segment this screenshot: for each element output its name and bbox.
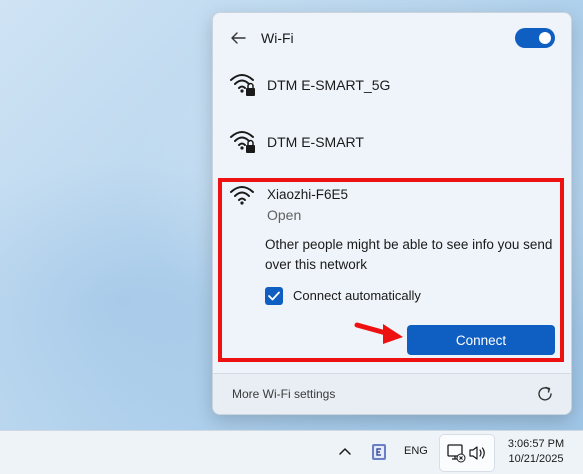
network-status-icon: [447, 444, 466, 463]
tray-app-icon[interactable]: [369, 442, 389, 462]
wifi-secured-icon: [230, 131, 255, 153]
network-name: DTM E-SMART: [267, 134, 364, 150]
network-name: Xiaozhi-F6E5: [267, 187, 349, 202]
checkbox-label: Connect automatically: [293, 288, 421, 303]
toggle-knob: [539, 32, 551, 44]
checkbox-checked[interactable]: [265, 287, 283, 305]
clock-time: 3:06:57 PM: [507, 438, 565, 450]
refresh-icon[interactable]: [535, 384, 555, 404]
network-item-xiaozhi-expanded[interactable]: Xiaozhi-F6E5 Open Other people might be …: [213, 173, 571, 367]
clock-date: 10/21/2025: [508, 453, 564, 465]
taskbar: ENG 3:06:57 PM 10/21/2025: [0, 430, 583, 474]
network-item-dtm-esmart[interactable]: DTM E-SMART: [213, 114, 571, 170]
checkmark-icon: [268, 291, 280, 301]
quick-settings-button[interactable]: [439, 434, 495, 472]
chevron-up-icon[interactable]: [336, 443, 354, 461]
clock[interactable]: 3:06:57 PM 10/21/2025: [500, 437, 572, 467]
network-name: DTM E-SMART_5G: [267, 77, 391, 93]
volume-icon: [469, 446, 485, 460]
wifi-secured-icon: [230, 74, 255, 96]
wifi-toggle[interactable]: [515, 28, 555, 48]
network-status: Open: [267, 207, 302, 223]
red-arrow-annotation-icon: [354, 322, 403, 344]
wifi-icon: [230, 186, 254, 205]
flyout-header: Wi-Fi: [213, 13, 571, 63]
language-indicator[interactable]: ENG: [404, 445, 428, 457]
flyout-title: Wi-Fi: [261, 30, 294, 46]
flyout-footer: More Wi-Fi settings: [213, 373, 571, 414]
more-wifi-settings-link[interactable]: More Wi-Fi settings: [232, 387, 335, 401]
wifi-flyout: Wi-Fi DTM E-SMART_5G DTM E-SMART Xiaozhi…: [212, 12, 572, 415]
security-warning: Other people might be able to see info y…: [265, 237, 553, 272]
back-arrow-icon[interactable]: [227, 27, 249, 49]
connect-button[interactable]: Connect: [407, 325, 555, 355]
network-item-dtm-esmart-5g[interactable]: DTM E-SMART_5G: [213, 57, 571, 113]
